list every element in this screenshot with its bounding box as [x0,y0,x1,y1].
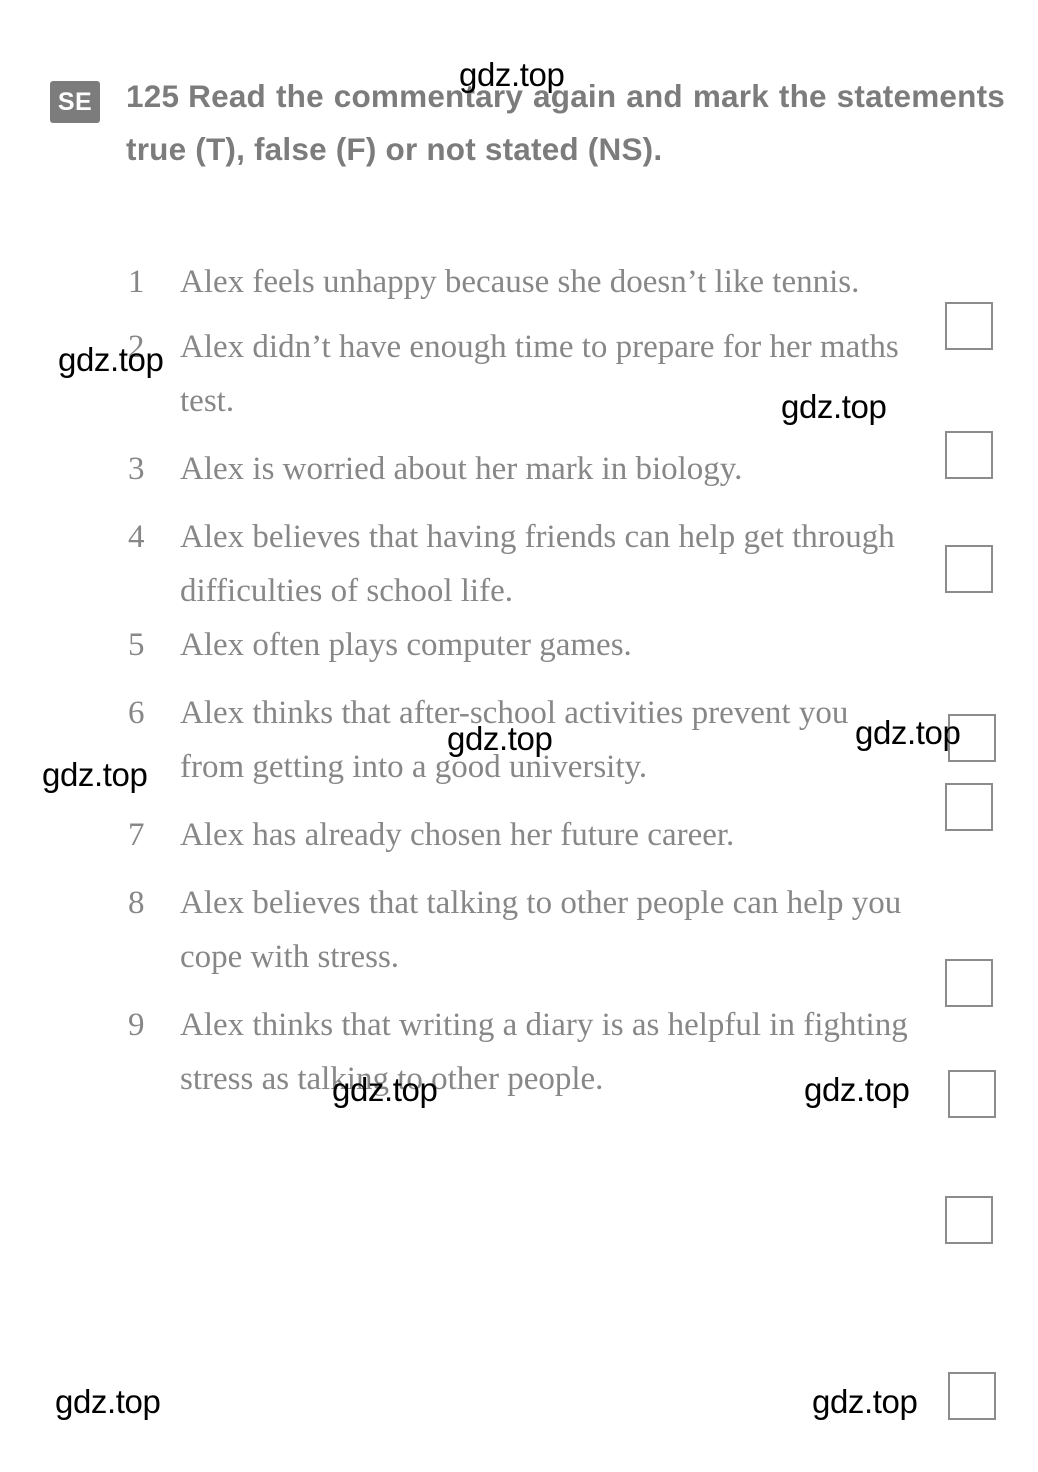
answer-box-9[interactable] [948,1372,996,1420]
answer-box-2[interactable] [945,431,993,479]
se-badge: SE [50,81,100,123]
statement-text: Alex has already chosen her future caree… [180,817,735,853]
statement-number: 8 [128,885,145,921]
statement-item-7: 7 Alex has already chosen her future car… [128,808,918,862]
exercise-instruction: 125 Read the commentary again and mark th… [126,70,1005,176]
watermark: gdz.top [781,388,887,425]
statement-number: 4 [128,519,145,555]
worksheet-page: SE 125 Read the commentary again and mark… [0,0,1038,1472]
watermark: gdz.top [804,1071,910,1108]
statement-number: 1 [128,264,145,300]
statement-text: Alex believes that having friends can he… [180,519,895,609]
watermark: gdz.top [332,1071,438,1108]
statement-item-1: 1 Alex feels unhappy because she doesn’t… [128,255,918,309]
statement-item-4: 4 Alex believes that having friends can … [128,510,918,618]
watermark: gdz.top [812,1383,918,1420]
watermark: gdz.top [55,1383,161,1420]
statement-text: Alex believes that talking to other peop… [180,885,902,975]
statement-number: 9 [128,1007,145,1043]
watermark: gdz.top [447,720,553,757]
watermark: gdz.top [459,56,565,93]
answer-box-6[interactable] [945,959,993,1007]
answer-box-8[interactable] [945,1196,993,1244]
statement-item-8: 8 Alex believes that talking to other pe… [128,876,918,984]
exercise-number: 125 [126,78,180,114]
statement-number: 5 [128,627,145,663]
watermark: gdz.top [42,756,148,793]
statement-text: Alex often plays computer games. [180,627,632,663]
statement-item-5: 5 Alex often plays computer games. [128,618,918,672]
answer-box-7[interactable] [948,1070,996,1118]
answer-box-3[interactable] [945,545,993,593]
statement-item-9: 9 Alex thinks that writing a diary is as… [128,998,918,1106]
exercise-instruction-text: Read the commentary again and mark the s… [126,78,1005,167]
statement-item-3: 3 Alex is worried about her mark in biol… [128,442,918,496]
statement-text: Alex is worried about her mark in biolog… [180,451,743,487]
watermark: gdz.top [58,341,164,378]
statement-text: Alex feels unhappy because she doesn’t l… [180,264,860,300]
statement-number: 3 [128,451,145,487]
watermark: gdz.top [855,714,961,751]
answer-box-1[interactable] [945,302,993,350]
statement-number: 7 [128,817,145,853]
statements-list: 1 Alex feels unhappy because she doesn’t… [128,255,918,1106]
answer-box-5[interactable] [945,783,993,831]
